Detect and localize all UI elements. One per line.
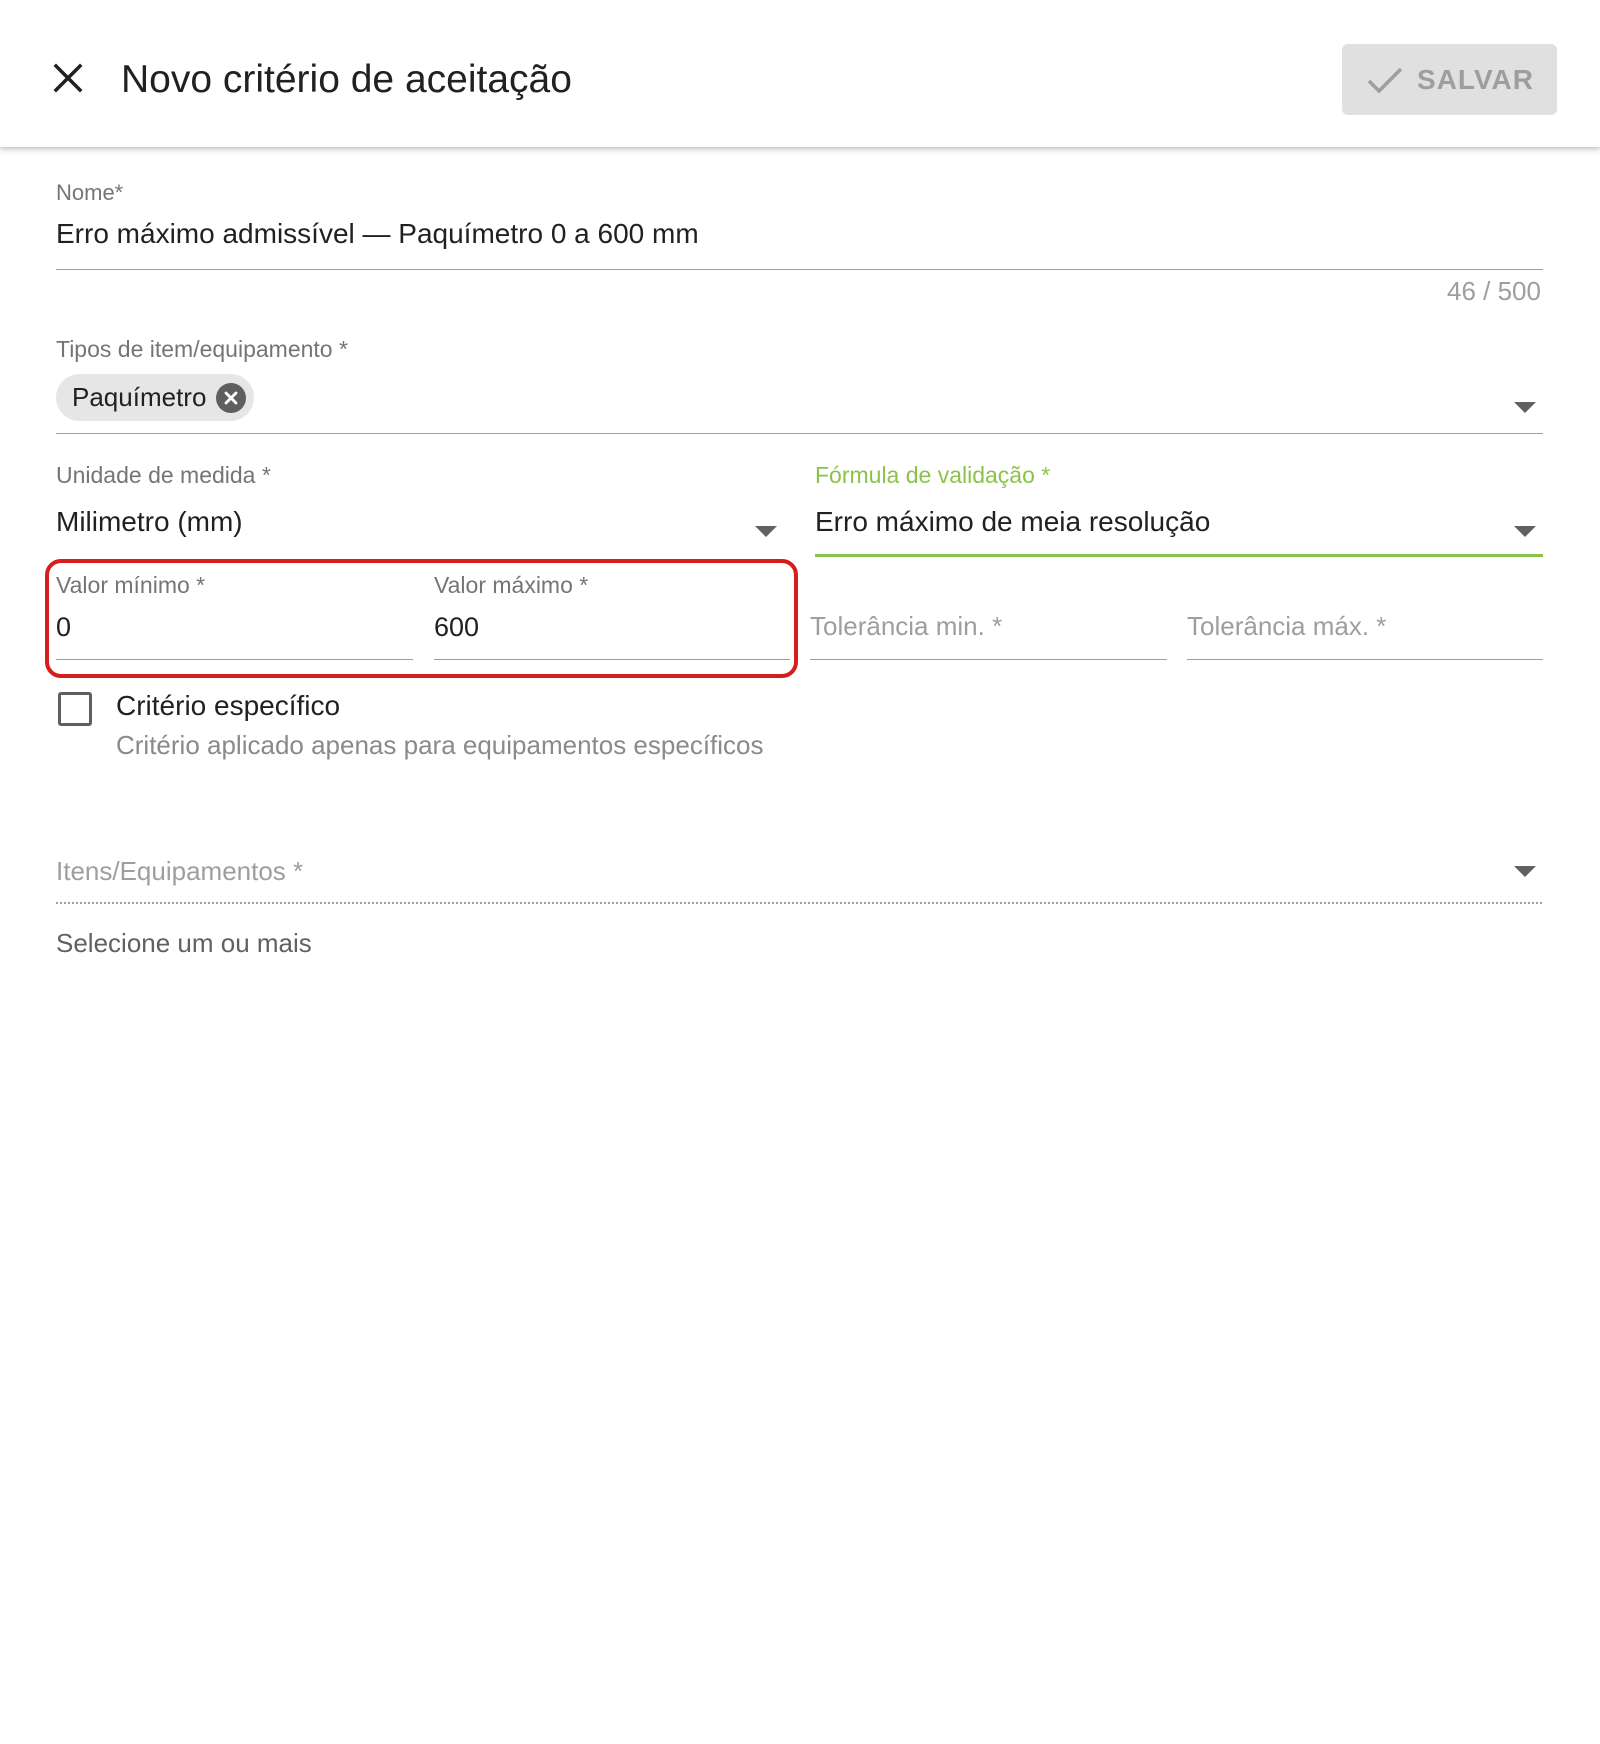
close-icon bbox=[53, 63, 83, 93]
check-icon bbox=[1367, 67, 1403, 93]
max-value-underline bbox=[434, 659, 790, 660]
formula-select[interactable]: Erro máximo de meia resolução bbox=[815, 506, 1210, 538]
min-value-underline bbox=[56, 659, 413, 660]
dialog-header: Novo critério de aceitação SALVAR bbox=[0, 0, 1600, 147]
item-types-label: Tipos de item/equipamento * bbox=[56, 336, 348, 362]
tolerance-min-input[interactable]: Tolerância min. * bbox=[810, 611, 1002, 642]
unit-dropdown-icon[interactable] bbox=[755, 526, 777, 537]
unit-select[interactable]: Milimetro (mm) bbox=[56, 506, 243, 538]
tolerance-max-underline bbox=[1187, 659, 1543, 660]
specific-criterion-label[interactable]: Critério específico bbox=[116, 690, 340, 722]
cancel-circle-icon bbox=[225, 391, 238, 404]
tolerance-max-input[interactable]: Tolerância máx. * bbox=[1187, 611, 1386, 642]
specific-criterion-checkbox[interactable] bbox=[58, 692, 92, 726]
page-title: Novo critério de aceitação bbox=[121, 58, 572, 101]
max-value-input[interactable]: 600 bbox=[434, 612, 479, 643]
specific-criterion-hint: Critério aplicado apenas para equipament… bbox=[116, 730, 764, 760]
dialog-page: Novo critério de aceitação SALVAR Nome* … bbox=[0, 0, 1600, 1744]
chip-remove-button[interactable] bbox=[216, 382, 247, 413]
item-types-dropdown-icon[interactable] bbox=[1514, 402, 1536, 413]
items-hint: Selecione um ou mais bbox=[56, 928, 312, 958]
item-types-underline bbox=[56, 433, 1543, 434]
save-button[interactable]: SALVAR bbox=[1342, 44, 1557, 115]
unit-label: Unidade de medida * bbox=[56, 462, 271, 488]
max-value-label: Valor máximo * bbox=[434, 572, 589, 598]
formula-underline-focused bbox=[815, 554, 1543, 557]
formula-dropdown-icon[interactable] bbox=[1514, 526, 1536, 537]
chip-label: Paquímetro bbox=[72, 382, 207, 412]
min-value-label: Valor mínimo * bbox=[56, 572, 206, 598]
name-input-underline bbox=[56, 269, 1543, 270]
tolerance-min-underline bbox=[810, 659, 1167, 660]
item-type-chip: Paquímetro bbox=[56, 374, 255, 421]
name-field-label: Nome* bbox=[56, 180, 124, 205]
items-underline-disabled bbox=[56, 902, 1542, 904]
min-value-input[interactable]: 0 bbox=[56, 612, 71, 643]
save-button-label: SALVAR bbox=[1417, 63, 1534, 95]
name-char-counter: 46 / 500 bbox=[1447, 276, 1541, 306]
name-input[interactable]: Erro máximo admissível — Paquímetro 0 a … bbox=[56, 218, 699, 250]
items-select[interactable]: Itens/Equipamentos * bbox=[56, 856, 303, 887]
formula-label: Fórmula de validação * bbox=[815, 462, 1051, 488]
items-dropdown-icon[interactable] bbox=[1514, 866, 1536, 877]
close-button[interactable] bbox=[40, 50, 96, 106]
